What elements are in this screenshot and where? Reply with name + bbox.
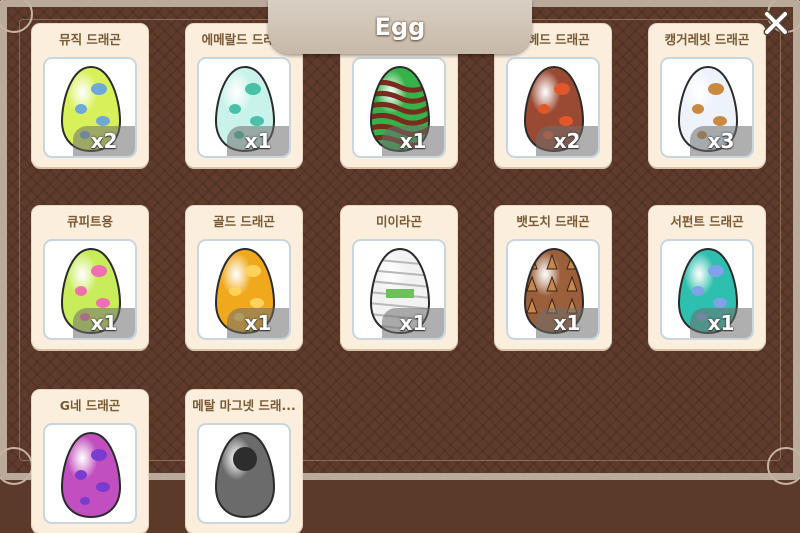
egg-card[interactable]: 서펀트 드래곤 x1	[649, 206, 765, 349]
egg-count-badge: x1	[382, 126, 444, 156]
egg-image-frame: x1	[506, 239, 600, 340]
egg-name: 메탈 마그넷 드래...	[192, 398, 296, 413]
egg-icon	[60, 431, 122, 519]
egg-image-frame: x1	[352, 57, 446, 158]
egg-name: 캥거레빗 드래곤	[664, 32, 750, 47]
egg-image-frame: x1	[660, 239, 754, 340]
egg-name: G네 드래곤	[59, 398, 121, 413]
egg-card[interactable]: 메탈 마그넷 드래...	[186, 390, 302, 533]
close-icon	[763, 10, 789, 36]
egg-card[interactable]: 캥거레빗 드래곤 x3	[649, 24, 765, 167]
egg-image-frame: x1	[197, 57, 291, 158]
egg-image-frame: x2	[43, 57, 137, 158]
egg-card[interactable]: 뱃도치 드래곤 x1	[495, 206, 611, 349]
egg-count-badge: x2	[73, 126, 135, 156]
egg-count-badge: x1	[227, 308, 289, 338]
egg-card[interactable]: 골드 드래곤 x1	[186, 206, 302, 349]
egg-name: 뱃도치 드래곤	[516, 214, 590, 229]
egg-image-frame: x3	[660, 57, 754, 158]
popup-title: Egg	[374, 13, 426, 41]
egg-image-frame	[197, 423, 291, 524]
egg-count-badge: x1	[382, 308, 444, 338]
egg-name: 큐피트용	[66, 214, 113, 229]
close-button[interactable]	[752, 0, 800, 46]
egg-card[interactable]: 미이라곤 x1	[341, 206, 457, 349]
corner-ornament	[767, 447, 800, 485]
egg-image-frame: x1	[352, 239, 446, 340]
egg-count-badge: x2	[536, 126, 598, 156]
egg-image-frame: x1	[197, 239, 291, 340]
corner-ornament	[0, 447, 33, 485]
egg-image-frame	[43, 423, 137, 524]
egg-icon	[214, 431, 276, 519]
egg-name: 골드 드래곤	[213, 214, 275, 229]
egg-count-badge: x1	[536, 308, 598, 338]
egg-image-frame: x1	[43, 239, 137, 340]
egg-count-badge: x3	[690, 126, 752, 156]
egg-count-badge: x1	[73, 308, 135, 338]
egg-card[interactable]: G네 드래곤	[32, 390, 148, 533]
egg-count-badge: x1	[227, 126, 289, 156]
egg-card[interactable]: 큐피트용 x1	[32, 206, 148, 349]
egg-image-frame: x2	[506, 57, 600, 158]
egg-name: 뮤직 드래곤	[59, 32, 121, 47]
egg-card[interactable]: 뮤직 드래곤 x2	[32, 24, 148, 167]
egg-count-badge: x1	[690, 308, 752, 338]
egg-name: 미이라곤	[375, 214, 422, 229]
egg-name: 서펀트 드래곤	[670, 214, 744, 229]
title-tab: Egg	[268, 0, 532, 54]
